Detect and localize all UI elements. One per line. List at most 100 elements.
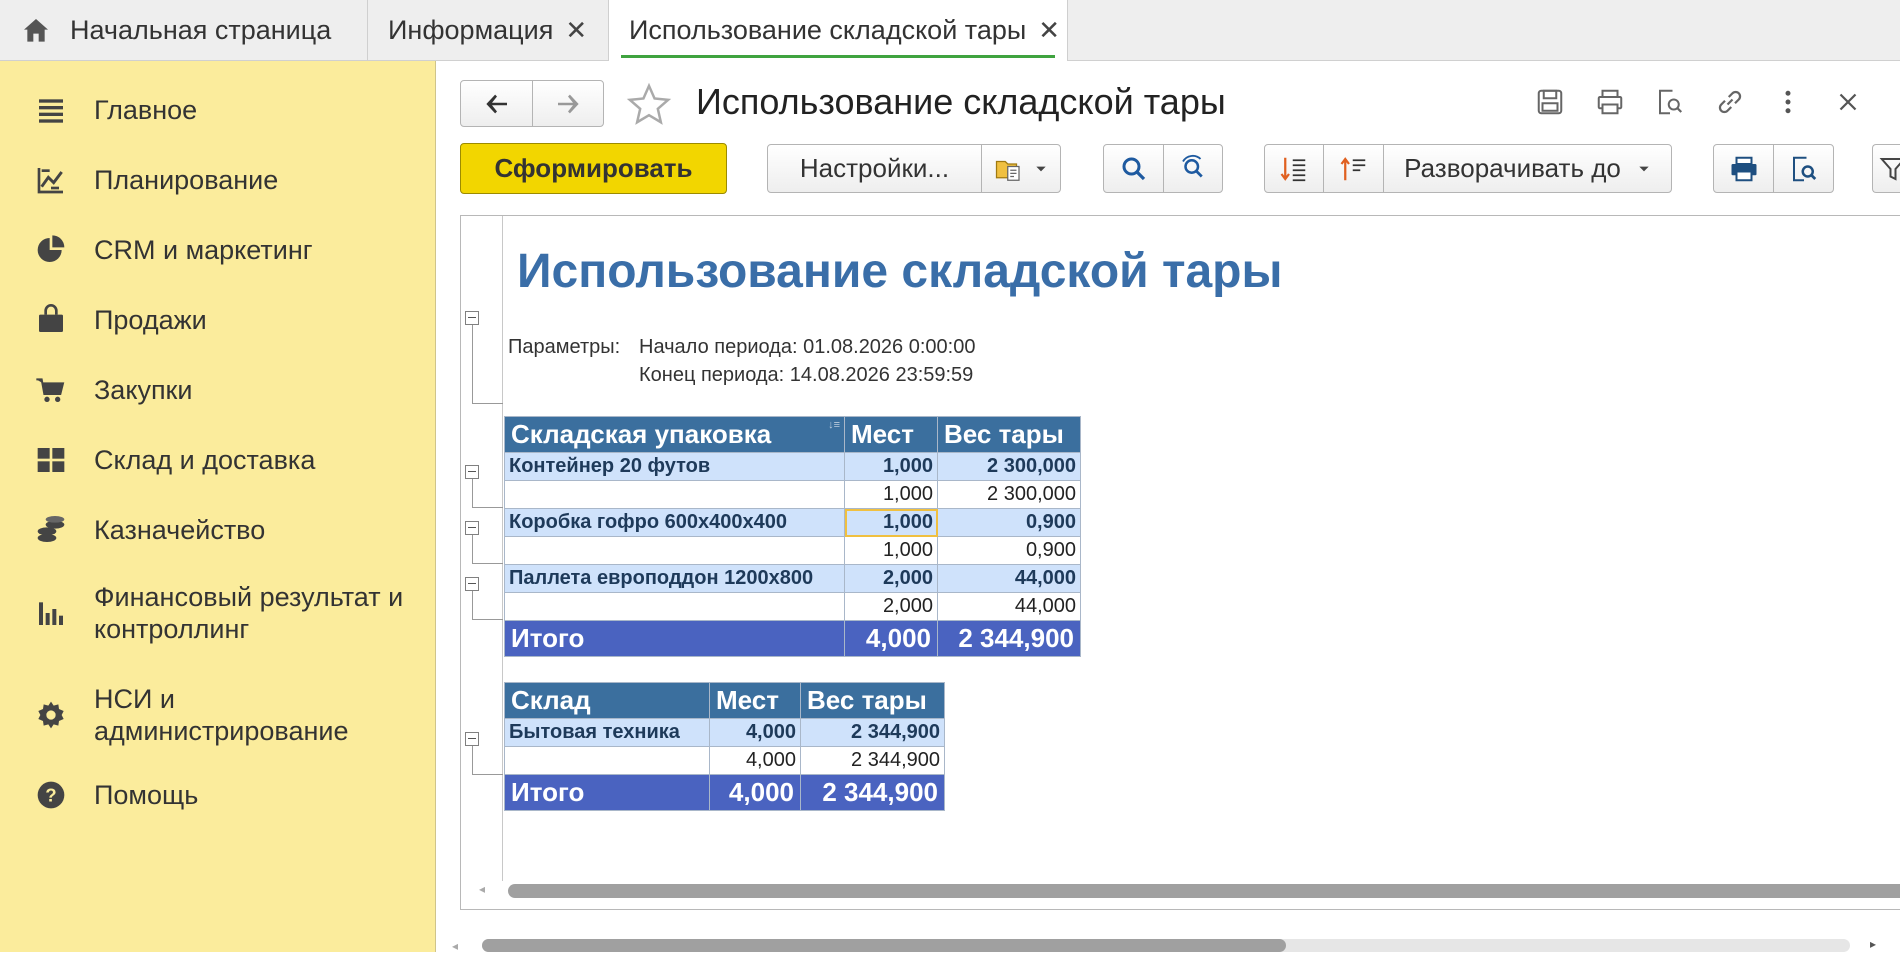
total-label: Итого <box>505 621 845 657</box>
table-row-group[interactable]: Паллета европоддон 1200х800 2,000 44,000 <box>505 565 1081 593</box>
sort-desc-button[interactable] <box>1264 144 1324 193</box>
detail-places[interactable]: 1,000 <box>845 537 938 565</box>
total-weight[interactable]: 2 344,900 <box>938 621 1081 657</box>
close-icon[interactable]: ✕ <box>1038 15 1060 46</box>
collapse-group-icon[interactable] <box>465 577 479 591</box>
detail-name <box>505 481 845 509</box>
sidebar-item-label: НСИ и администрирование <box>94 683 348 747</box>
column-header-weight[interactable]: Вес тары <box>938 417 1081 453</box>
bar-chart-icon <box>34 596 68 630</box>
warehouse-table: Склад Мест Вес тары Бытовая техника 4,00… <box>504 682 945 811</box>
detail-name <box>505 593 845 621</box>
close-form-icon[interactable] <box>1828 80 1868 124</box>
more-icon[interactable] <box>1768 80 1808 124</box>
grouping-gutter <box>461 216 503 881</box>
detail-name <box>505 537 845 565</box>
forward-button[interactable] <box>532 80 604 127</box>
total-places[interactable]: 4,000 <box>710 775 801 811</box>
back-button[interactable] <box>460 80 533 127</box>
sidebar-item-help[interactable]: ? Помощь <box>0 766 436 824</box>
scroll-left-arrow-icon[interactable]: ◂ <box>479 882 485 896</box>
group-weight[interactable]: 44,000 <box>938 565 1081 593</box>
tab-info[interactable]: Информация ✕ <box>368 0 609 61</box>
table-row-group[interactable]: Коробка гофро 600х400х400 1,000 0,900 <box>505 509 1081 537</box>
tab-home[interactable]: Начальная страница <box>0 0 368 61</box>
filter-button[interactable] <box>1872 144 1900 193</box>
column-header-weight[interactable]: Вес тары <box>801 683 945 719</box>
collapse-group-icon[interactable] <box>465 732 479 746</box>
group-places-selected-cell[interactable]: 1,000 <box>845 509 938 537</box>
shopping-bag-icon <box>34 303 68 337</box>
detail-weight[interactable]: 44,000 <box>938 593 1081 621</box>
sidebar-item-purchases[interactable]: Закупки <box>0 361 436 419</box>
sidebar-item-treasury[interactable]: Казначейство <box>0 501 436 559</box>
sidebar-item-sales[interactable]: Продажи <box>0 291 436 349</box>
detail-weight[interactable]: 2 300,000 <box>938 481 1081 509</box>
print-button[interactable] <box>1713 144 1774 193</box>
table-row-total[interactable]: Итого 4,000 2 344,900 <box>505 621 1081 657</box>
print-icon[interactable] <box>1588 80 1632 124</box>
table-row-group[interactable]: Бытовая техника 4,000 2 344,900 <box>505 719 945 747</box>
variant-dropdown-button[interactable] <box>981 144 1061 193</box>
group-weight[interactable]: 0,900 <box>938 509 1081 537</box>
favorite-star-icon[interactable] <box>624 80 674 130</box>
save-icon[interactable] <box>1528 80 1572 124</box>
table-row-detail[interactable]: 2,000 44,000 <box>505 593 1081 621</box>
table-header-row: Склад Мест Вес тары <box>505 683 945 719</box>
preview-icon[interactable] <box>1648 80 1692 124</box>
table-row-detail[interactable]: 1,000 0,900 <box>505 537 1081 565</box>
group-name: Коробка гофро 600х400х400 <box>505 509 845 537</box>
sidebar-item-label-line2: контроллинг <box>94 614 249 644</box>
scroll-left-arrow-icon[interactable]: ◂ <box>452 939 458 953</box>
sort-asc-button[interactable] <box>1323 144 1384 193</box>
detail-places[interactable]: 1,000 <box>845 481 938 509</box>
collapse-group-icon[interactable] <box>465 311 479 325</box>
link-icon[interactable] <box>1708 80 1752 124</box>
group-weight[interactable]: 2 344,900 <box>801 719 945 747</box>
group-places[interactable]: 2,000 <box>845 565 938 593</box>
sidebar-item-label: Помощь <box>94 779 198 811</box>
collapse-group-icon[interactable] <box>465 465 479 479</box>
group-name: Паллета европоддон 1200х800 <box>505 565 845 593</box>
search-icon <box>1119 154 1149 184</box>
search-next-button[interactable] <box>1163 144 1223 193</box>
tab-report-label: Использование складской тары <box>629 15 1026 46</box>
sidebar-item-crm[interactable]: CRM и маркетинг <box>0 221 436 279</box>
column-header-packaging[interactable]: Складская упаковка ↓≡ <box>505 417 845 453</box>
search-next-icon <box>1178 154 1208 184</box>
sidebar-item-finance[interactable]: Финансовый результат и контроллинг <box>0 571 436 655</box>
expand-to-dropdown[interactable]: Разворачивать до <box>1383 144 1672 193</box>
sidebar-item-admin[interactable]: НСИ и администрирование <box>0 673 436 757</box>
table-row-detail[interactable]: 1,000 2 300,000 <box>505 481 1081 509</box>
table-row-total[interactable]: Итого 4,000 2 344,900 <box>505 775 945 811</box>
detail-places[interactable]: 4,000 <box>710 747 801 775</box>
report-horizontal-scrollbar[interactable] <box>508 884 1900 898</box>
sidebar-item-planning[interactable]: Планирование <box>0 151 436 209</box>
table-row-group[interactable]: Контейнер 20 футов 1,000 2 300,000 <box>505 453 1081 481</box>
total-weight[interactable]: 2 344,900 <box>801 775 945 811</box>
close-icon[interactable]: ✕ <box>565 15 587 46</box>
column-header-places[interactable]: Мест <box>845 417 938 453</box>
detail-places[interactable]: 2,000 <box>845 593 938 621</box>
generate-button[interactable]: Сформировать <box>460 143 727 194</box>
search-button[interactable] <box>1103 144 1164 193</box>
group-weight[interactable]: 2 300,000 <box>938 453 1081 481</box>
settings-button[interactable]: Настройки... <box>767 144 982 193</box>
table-row-detail[interactable]: 4,000 2 344,900 <box>505 747 945 775</box>
total-places[interactable]: 4,000 <box>845 621 938 657</box>
form-horizontal-scrollbar[interactable] <box>482 939 1286 952</box>
group-places[interactable]: 4,000 <box>710 719 801 747</box>
print-preview-button[interactable] <box>1773 144 1834 193</box>
tab-report[interactable]: Использование складской тары ✕ <box>609 0 1068 61</box>
column-header-places[interactable]: Мест <box>710 683 801 719</box>
sidebar-item-main[interactable]: Главное <box>0 81 436 139</box>
period-start: Начало периода: 01.08.2026 0:00:00 <box>639 336 975 359</box>
sidebar-item-warehouse[interactable]: Склад и доставка <box>0 431 436 489</box>
scroll-right-arrow-icon[interactable]: ▸ <box>1870 937 1876 951</box>
svg-text:?: ? <box>45 785 56 806</box>
column-header-warehouse[interactable]: Склад <box>505 683 710 719</box>
group-places[interactable]: 1,000 <box>845 453 938 481</box>
collapse-group-icon[interactable] <box>465 521 479 535</box>
detail-weight[interactable]: 2 344,900 <box>801 747 945 775</box>
detail-weight[interactable]: 0,900 <box>938 537 1081 565</box>
